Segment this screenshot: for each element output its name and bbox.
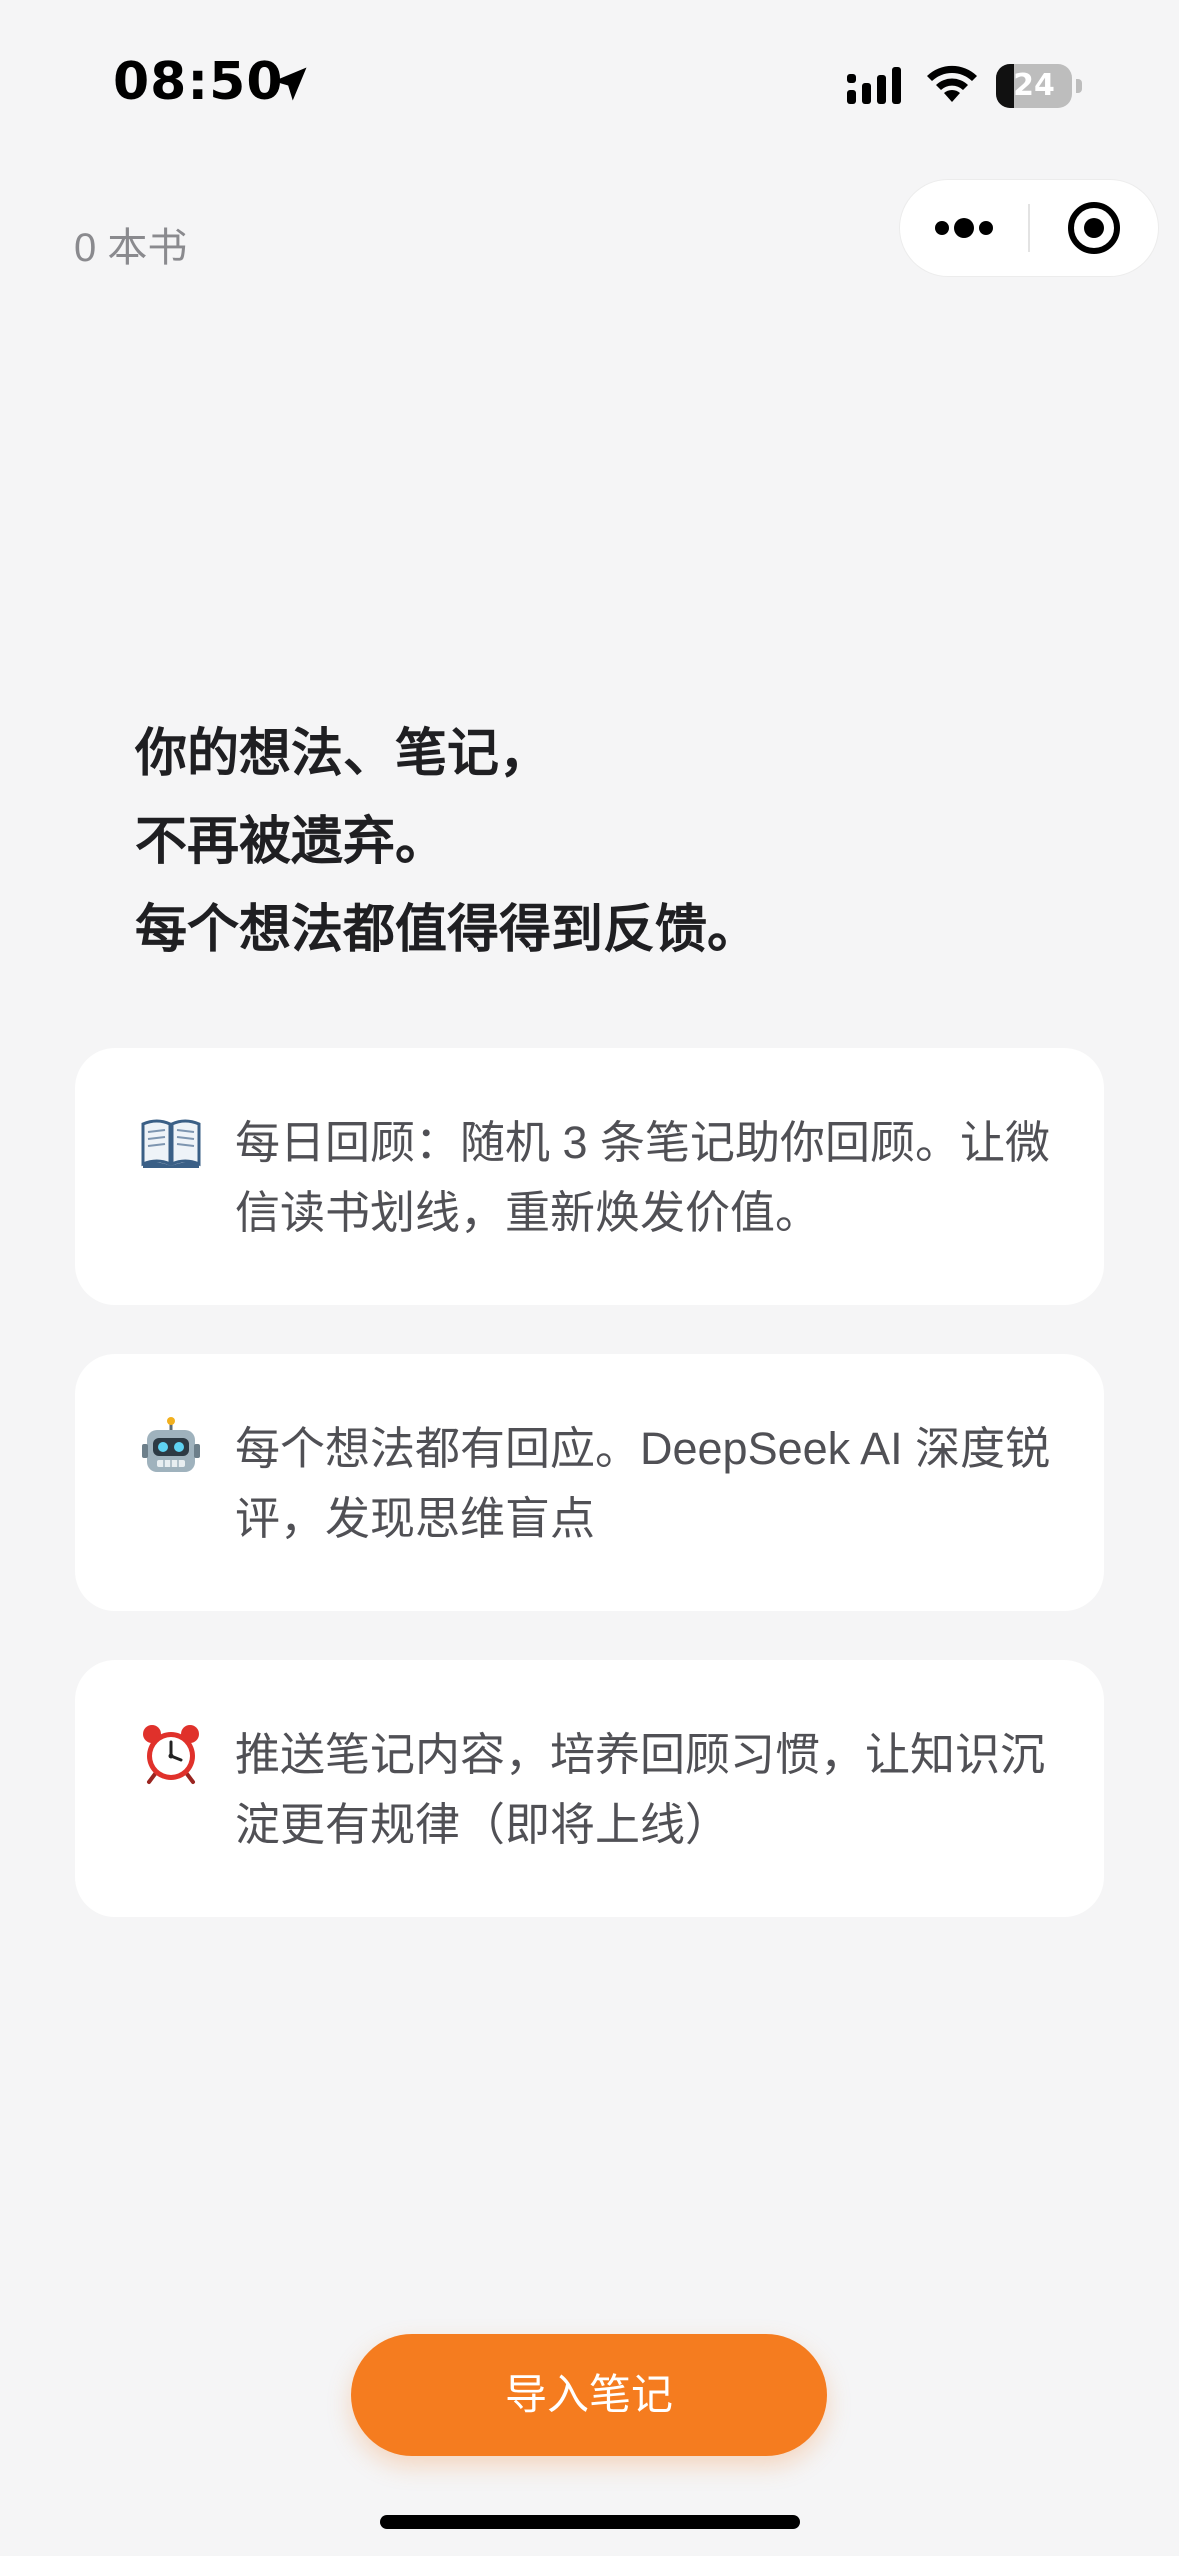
location-arrow-icon <box>273 67 307 101</box>
hero-line: 不再被遗弃。 <box>135 813 448 871</box>
feature-text: 每日回顾：随机 3 条笔记助你回顾。让微信读书划线，重新焕发价值。 <box>235 1117 1051 1238</box>
battery-icon: 24 <box>996 64 1082 108</box>
cellular-signal-icon <box>847 67 901 104</box>
mini-program-capsule <box>900 180 1158 276</box>
feature-card-push: 推送笔记内容，培养回顾习惯，让知识沉淀更有规律（即将上线） <box>75 1660 1104 1917</box>
book-count: 0 本书 <box>74 226 188 270</box>
import-notes-button[interactable]: 导入笔记 <box>351 2334 827 2456</box>
close-target-icon <box>1068 202 1120 254</box>
status-bar: 08:50 24 <box>0 0 1179 170</box>
hero-line: 你的想法、笔记， <box>135 725 552 783</box>
home-indicator[interactable] <box>380 2515 800 2529</box>
robot-icon <box>142 1417 200 1472</box>
feature-card-ai-review: 每个想法都有回应。DeepSeek AI 深度锐评，发现思维盲点 <box>75 1354 1104 1611</box>
feature-text: 每个想法都有回应。DeepSeek AI 深度锐评，发现思维盲点 <box>235 1423 1051 1544</box>
status-time: 08:50 <box>113 52 284 112</box>
wifi-icon <box>927 65 977 102</box>
feature-text: 推送笔记内容，培养回顾习惯，让知识沉淀更有规律（即将上线） <box>235 1729 1046 1850</box>
more-dots-icon <box>935 218 993 238</box>
battery-level: 24 <box>1013 68 1055 103</box>
hero-line: 每个想法都值得得到反馈。 <box>135 901 760 959</box>
battery-body: 24 <box>996 64 1072 108</box>
hero-text: 你的想法、笔记， 不再被遗弃。 每个想法都值得得到反馈。 <box>135 710 1095 974</box>
open-book-icon <box>141 1119 201 1168</box>
more-button[interactable] <box>900 180 1028 276</box>
feature-card-daily-review: 每日回顾：随机 3 条笔记助你回顾。让微信读书划线，重新焕发价值。 <box>75 1048 1104 1305</box>
alarm-clock-icon <box>143 1725 199 1784</box>
battery-tip <box>1076 79 1082 93</box>
close-button[interactable] <box>1030 180 1158 276</box>
